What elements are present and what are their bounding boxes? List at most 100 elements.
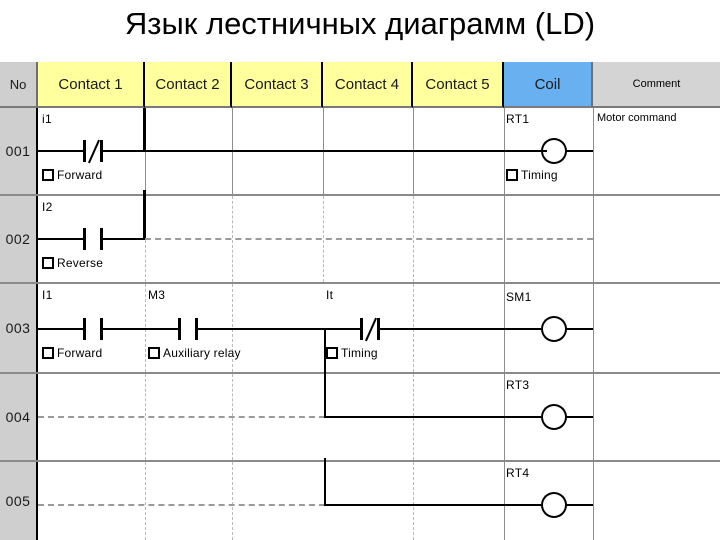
- coil-arc-left: [541, 138, 554, 164]
- ladder-row: 001 i1 Forward RT1 Timing Motor command: [0, 108, 720, 196]
- ladder-row: 005 RT4: [0, 458, 720, 540]
- branch-link: [324, 370, 326, 418]
- contact-gap: [181, 326, 195, 331]
- slide-canvas: Язык лестничных диаграмм (LD) No Contact…: [0, 0, 720, 540]
- column-header-contact5: Contact 5: [413, 62, 504, 108]
- rung-wire-inactive: [38, 416, 325, 418]
- element-checkbox-row[interactable]: Reverse: [42, 256, 103, 270]
- row-body: RT4: [38, 458, 720, 540]
- row-number: 005: [0, 462, 38, 540]
- page-title: Язык лестничных диаграмм (LD): [124, 6, 596, 41]
- coil-operand-label: RT3: [506, 378, 530, 392]
- rung-wire-coil-tail: [566, 150, 593, 152]
- coil-checkbox-row[interactable]: Timing: [506, 168, 558, 182]
- coil-operand-label: RT1: [506, 112, 530, 126]
- contact-slash: [85, 139, 101, 164]
- element-caption: Forward: [57, 346, 103, 360]
- contact-no-symbol[interactable]: [178, 318, 198, 340]
- row-number: 002: [0, 196, 38, 282]
- rung-wire: [38, 328, 541, 330]
- row-number: 001: [0, 108, 38, 194]
- row-body: I2 Reverse: [38, 190, 720, 282]
- operand-label: I1: [42, 288, 53, 302]
- column-header-no: No: [0, 62, 38, 108]
- column-divider: [504, 462, 505, 540]
- rung-wire-coil-tail: [566, 504, 593, 506]
- rung-wire: [38, 150, 554, 152]
- column-header-contact2: Contact 2: [145, 62, 232, 108]
- element-checkbox-row[interactable]: Forward: [42, 168, 102, 182]
- column-divider: [593, 196, 594, 282]
- rung-wire: [324, 504, 541, 506]
- element-checkbox[interactable]: [148, 347, 160, 359]
- row-number: 003: [0, 284, 38, 372]
- element-caption: Timing: [341, 346, 378, 360]
- element-checkbox[interactable]: [326, 347, 338, 359]
- element-checkbox[interactable]: [42, 257, 54, 269]
- row-comment: Motor command: [597, 112, 677, 124]
- coil-arc-left: [541, 492, 554, 518]
- ladder-row: 002 I2 Reverse: [0, 190, 720, 284]
- row-body: i1 Forward RT1 Timing Motor command: [38, 108, 720, 194]
- operand-label: M3: [148, 288, 166, 302]
- coil-operand-label: RT4: [506, 466, 530, 480]
- rung-wire-coil-tail: [566, 416, 593, 418]
- branch-link: [324, 458, 326, 506]
- coil-operand-label: SM1: [506, 290, 532, 304]
- contact-bar-right: [100, 228, 103, 250]
- column-divider: [145, 462, 146, 540]
- element-caption: Reverse: [57, 256, 104, 270]
- coil-symbol[interactable]: [541, 404, 567, 430]
- contact-no-symbol[interactable]: [83, 228, 103, 250]
- coil-arc-left: [541, 404, 554, 430]
- column-header-coil: Coil: [504, 62, 593, 108]
- coil-checkbox[interactable]: [506, 169, 518, 181]
- branch-link: [143, 108, 146, 152]
- column-header-contact4: Contact 4: [323, 62, 413, 108]
- element-checkbox-row[interactable]: Auxiliary relay: [148, 346, 241, 360]
- rung-wire-inactive: [145, 238, 593, 240]
- operand-label: i1: [42, 112, 52, 126]
- element-checkbox-row[interactable]: Forward: [42, 346, 102, 360]
- element-checkbox-row[interactable]: Timing: [326, 346, 378, 360]
- contact-bar-left: [83, 318, 86, 340]
- contact-nc-symbol[interactable]: [83, 139, 103, 164]
- coil-caption: Timing: [521, 168, 558, 182]
- contact-gap: [86, 236, 100, 241]
- row-body: I1 Forward M3 Auxiliary relay It Timing …: [38, 284, 720, 374]
- column-divider: [232, 462, 233, 540]
- ladder-diagram-table: No Contact 1 Contact 2 Contact 3 Contact…: [0, 62, 720, 540]
- column-header-comment: Comment: [593, 62, 720, 108]
- column-header-contact3: Contact 3: [232, 62, 323, 108]
- contact-bar-left: [83, 228, 86, 250]
- column-divider: [593, 108, 594, 194]
- branch-link: [143, 190, 146, 240]
- coil-arc-left: [541, 316, 554, 342]
- column-divider: [593, 374, 594, 460]
- contact-bar-right: [195, 318, 198, 340]
- element-checkbox[interactable]: [42, 347, 54, 359]
- operand-label: It: [326, 288, 334, 302]
- contact-bar-right: [100, 318, 103, 340]
- ladder-row: 003 I1 Forward M3 Auxiliary relay It Tim…: [0, 284, 720, 374]
- element-checkbox[interactable]: [42, 169, 54, 181]
- rung-wire-inactive: [38, 504, 325, 506]
- rung-wire-coil-tail: [566, 328, 593, 330]
- ladder-row: 004 RT3: [0, 370, 720, 462]
- element-caption: Auxiliary relay: [163, 346, 241, 360]
- row-body: RT3: [38, 370, 720, 460]
- contact-no-symbol[interactable]: [83, 318, 103, 340]
- contact-gap: [86, 326, 100, 331]
- contact-slash: [362, 317, 378, 342]
- coil-symbol[interactable]: [541, 492, 567, 518]
- contact-bar-left: [178, 318, 181, 340]
- column-divider: [413, 462, 414, 540]
- rung-wire: [324, 416, 541, 418]
- row-number: 004: [0, 374, 38, 460]
- column-divider: [593, 462, 594, 540]
- element-caption: Forward: [57, 168, 103, 182]
- contact-nc-symbol[interactable]: [360, 317, 380, 342]
- coil-symbol[interactable]: [541, 316, 567, 342]
- column-header-contact1: Contact 1: [38, 62, 145, 108]
- coil-symbol[interactable]: [541, 138, 567, 164]
